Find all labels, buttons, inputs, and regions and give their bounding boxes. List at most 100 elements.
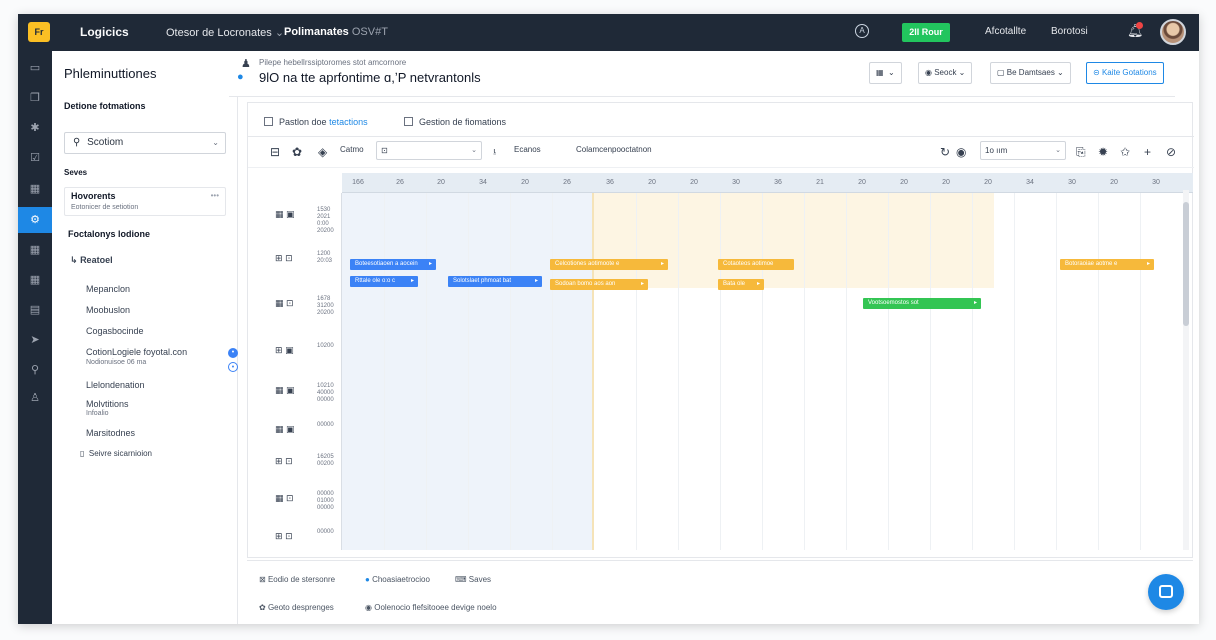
date-label: 20	[900, 179, 908, 186]
sidebar-footer-item[interactable]: ▯ Seivre sicarnioion	[80, 449, 152, 458]
timeline-event[interactable]: Cotaoteos aotimoe	[718, 259, 794, 270]
target-icon[interactable]: ◉	[956, 145, 966, 159]
more-icon[interactable]: •••	[211, 191, 219, 200]
box-icon: ⊡	[381, 146, 388, 155]
timeline-event[interactable]: Rttale ole o:o c ▸	[350, 276, 418, 287]
eye-icon: ◉	[925, 68, 932, 77]
sidebar-title: Phleminuttiones	[64, 66, 157, 81]
add-icon[interactable]: +	[1144, 145, 1151, 159]
gridline	[1098, 193, 1099, 550]
checkbox[interactable]	[404, 117, 413, 126]
list-icon[interactable]: ▤	[27, 303, 43, 317]
legend-item[interactable]: ◉ Oolenocio flefsitooee devige noelo	[365, 603, 497, 612]
vertical-scrollbar[interactable]	[1183, 190, 1189, 550]
undo-icon[interactable]: ↻	[940, 145, 950, 159]
gallery-icon: ⊡	[286, 298, 294, 308]
tag-icon[interactable]: ➤	[27, 333, 43, 347]
image-icon: ⊠	[259, 575, 266, 584]
nav-menu-polimanates[interactable]: Polimanates OSV#T	[284, 26, 388, 38]
sidebar-section-heading: Foctalonys lodione	[68, 229, 151, 239]
nav-menu-locronates[interactable]: Otesor de Locronates ⌄	[166, 26, 284, 39]
home-icon[interactable]: ▭	[27, 61, 43, 75]
table-row[interactable]: ▦ ▣ 10210 40000 00000	[275, 383, 334, 403]
timeline-event[interactable]: Sodoan bomo aos aon ▸	[550, 279, 648, 290]
grid-icon[interactable]: ▦	[27, 243, 43, 257]
breadcrumb: Pilepe hebellrssiptoromes stot amcornore	[259, 58, 407, 67]
star-icon[interactable]: ✩	[1120, 145, 1130, 159]
settings-icon-selected[interactable]: ⚙	[18, 207, 52, 233]
timeline-event[interactable]: Solotslaet phmoat bat ▸	[448, 276, 542, 287]
split-icon[interactable]: ⍸	[492, 145, 497, 156]
palette-icon[interactable]: ✿	[292, 145, 302, 159]
table-row[interactable]: ▦ ▣ 00000	[275, 422, 334, 435]
grid-icon: ⊞	[275, 531, 283, 541]
gear-icon[interactable]: ✱	[27, 121, 43, 135]
timeline-event[interactable]: Boteesotiaoen a aocein ▸	[350, 259, 436, 270]
calendar-icon[interactable]: ▦	[27, 182, 43, 196]
search-icon[interactable]: ⚲	[27, 363, 43, 377]
timeline-event[interactable]: Bata ole ▸	[718, 279, 764, 290]
grid-icon: ⊞	[275, 345, 283, 355]
tab-transactions[interactable]: Pastlon doe tetactions	[264, 117, 368, 127]
list-view-icon[interactable]: ⊟	[270, 145, 280, 159]
user-avatar[interactable]	[1160, 19, 1186, 45]
toolbar-label[interactable]: Ecanos	[514, 145, 541, 154]
sidebar-item[interactable]: Llelondenation	[86, 380, 145, 390]
gallery-icon: ⊡	[285, 253, 293, 263]
legend-item[interactable]: ⌨ Saves	[455, 575, 491, 584]
gridline	[930, 193, 931, 550]
brand-name[interactable]: Logicics	[80, 25, 129, 39]
sidebar-item[interactable]: Cogasbocinde	[86, 326, 144, 336]
tab-gestion[interactable]: Gestion de fiomations	[404, 117, 506, 127]
table-row[interactable]: ⊞ ⊡ 1200 20:03	[275, 251, 332, 264]
sidebar-card[interactable]: Hovorents Eotonicer de setiotion •••	[64, 187, 226, 216]
legend-item[interactable]: ⊠ Eodio de stersonre	[259, 575, 335, 584]
sidebar-item[interactable]: Mepanclon	[86, 284, 130, 294]
legend-item[interactable]: ● Choasiaetrocioo	[365, 575, 430, 584]
topbar-link-borotosi[interactable]: Borotosi	[1051, 26, 1088, 37]
green-action-button[interactable]: 2II Rour	[902, 23, 950, 42]
legend-item[interactable]: ✿ Geoto desprenges	[259, 603, 334, 612]
filter-dropdown-button[interactable]: ▢ Be Damtsaes ⌄	[990, 62, 1071, 84]
timeline-event[interactable]: Botoraoiae aotme e ▸	[1060, 259, 1154, 270]
sidebar-select[interactable]: ⚲ Scotiom ⌄	[64, 132, 226, 154]
timeline-event[interactable]: Vootsoemostos sot ▸	[863, 298, 981, 309]
users-icon[interactable]: ♙	[27, 391, 43, 405]
thumb-icon: ♟	[241, 58, 251, 70]
gear-icon[interactable]: ✹	[1098, 145, 1108, 159]
timeline-event[interactable]: Celcotiones aotimoote e ▸	[550, 259, 668, 270]
bookmark-icon[interactable]: ❐	[27, 91, 43, 105]
table-row[interactable]: ⊞ ▣ 10200	[275, 343, 334, 356]
table-row[interactable]: ⊞ ⊡ 00000	[275, 529, 334, 542]
sidebar-item[interactable]: CotionLogiele foyotal.con	[86, 347, 187, 357]
zoom-select[interactable]: 1o ıım ⌄	[980, 141, 1066, 160]
toolbar-label: Catmo	[340, 145, 364, 154]
sidebar-item[interactable]: Marsitodnes	[86, 428, 135, 438]
compass-icon[interactable]: A	[855, 24, 869, 38]
primary-action-button[interactable]: ⊝ Kaite Gotations	[1086, 62, 1164, 84]
doc-icon[interactable]: ⎘	[1076, 145, 1086, 160]
table-row[interactable]: ▦ ⊡ 00000 01000 00000	[275, 491, 334, 511]
check-icon[interactable]: ☑	[27, 151, 43, 165]
table-icon[interactable]: ▦	[27, 273, 43, 287]
refresh-icon[interactable]: ⊘	[1166, 145, 1176, 159]
table-row[interactable]: ▦ ⊡ 1678 31200 20200	[275, 296, 334, 316]
sidebar-item[interactable]: Molvtitions	[86, 399, 129, 409]
cloud-icon: ●	[365, 575, 370, 584]
toolbar-select[interactable]: ⊡ ⌄	[376, 141, 482, 160]
topbar-link-afcotallte[interactable]: Afcotallte	[985, 26, 1026, 37]
toolbar-label[interactable]: Colamcenpooctatnon	[576, 145, 652, 154]
chat-button[interactable]	[1148, 574, 1184, 610]
view-dropdown-button[interactable]: ◉ Seock ⌄	[918, 62, 973, 84]
calendar-dropdown-button[interactable]: ▦ ⌄	[869, 62, 902, 84]
checkbox[interactable]	[264, 117, 273, 126]
table-row[interactable]: ▦ ▣ 1530 2021 0:00 20200	[275, 207, 334, 234]
scrollbar-thumb[interactable]	[1183, 202, 1189, 326]
date-label: 30	[1068, 179, 1076, 186]
keyboard-icon: ⌨	[455, 575, 467, 584]
eye-icon[interactable]: ◈	[318, 145, 327, 159]
table-row[interactable]: ⊞ ⊡ 16205 00200	[275, 454, 334, 467]
sidebar-group[interactable]: ↳ Reatoel	[70, 255, 113, 266]
gridline	[804, 193, 805, 550]
sidebar-item[interactable]: Moobuslon	[86, 305, 130, 315]
